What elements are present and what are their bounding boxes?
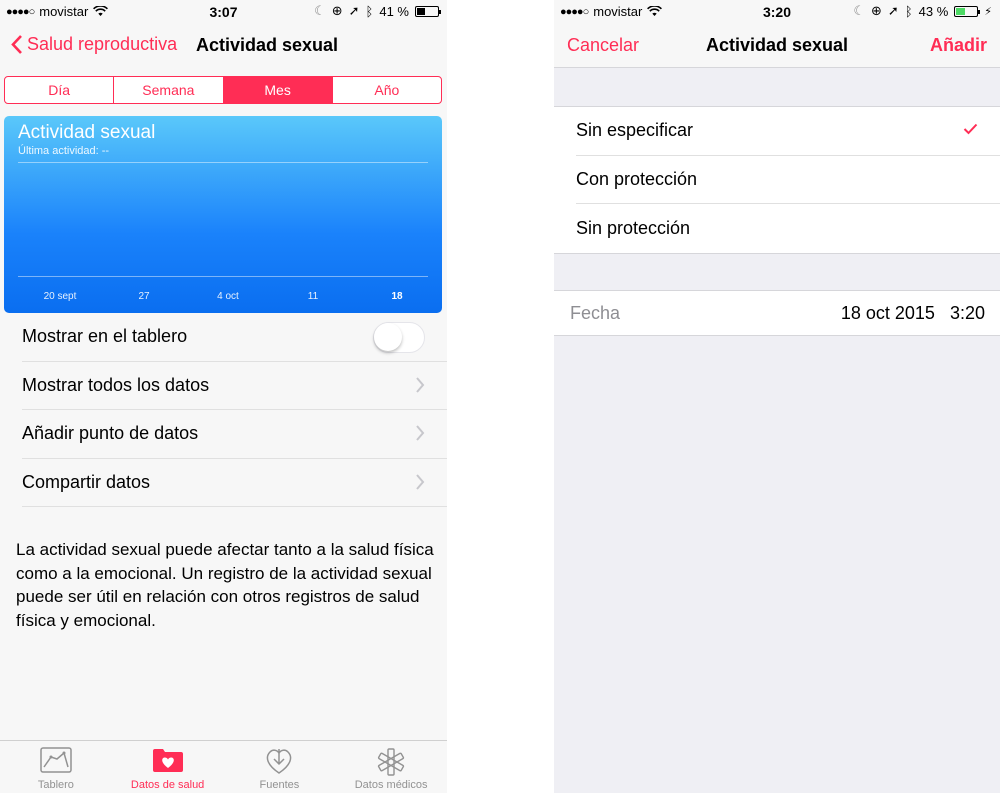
health-folder-icon	[152, 749, 183, 772]
battery-icon	[415, 5, 441, 17]
activity-chart[interactable]: Actividad sexual Última actividad: -- 20…	[4, 116, 442, 313]
segment-day[interactable]: Día	[5, 77, 115, 103]
dashboard-icon	[40, 747, 72, 773]
option-protected[interactable]: Con protección	[576, 156, 1000, 204]
show-all-data-label: Mostrar todos los datos	[22, 374, 210, 395]
moon-icon: ☾	[314, 3, 326, 18]
chart-subtitle: Última actividad: --	[18, 145, 110, 157]
chart-x-label: 20 sept	[43, 291, 77, 302]
tab-dashboard[interactable]: Tablero	[0, 741, 112, 793]
show-in-dashboard-row: Mostrar en el tablero	[22, 313, 447, 362]
sources-heart-icon	[267, 749, 292, 774]
charging-icon: ⚡	[984, 5, 992, 18]
add-data-point-label: Añadir punto de datos	[22, 423, 199, 444]
tab-label: Datos de salud	[130, 779, 205, 791]
toggle-knob	[374, 323, 402, 351]
date-value: 18 oct 2015 3:20	[841, 303, 985, 324]
location-icon: ➚	[348, 3, 360, 18]
rotation-lock-icon: ⊕	[871, 3, 882, 18]
date-label: Fecha	[570, 303, 621, 323]
battery-percent: 43 %	[918, 3, 949, 19]
chart-gridline-top	[18, 162, 428, 163]
show-in-dashboard-label: Mostrar en el tablero	[22, 326, 188, 347]
option-label: Sin especificar	[576, 120, 694, 141]
battery-percent: 41 %	[379, 3, 409, 19]
chevron-right-icon	[416, 376, 425, 393]
status-bar: ●●●●○ movistar 3:20 ☾ ⊕ ➚ ᛒ 43 % ⚡	[554, 0, 1000, 22]
add-entry-screen: ●●●●○ movistar 3:20 ☾ ⊕ ➚ ᛒ 43 % ⚡ Cance…	[554, 0, 1000, 793]
tab-health-data[interactable]: Datos de salud	[112, 741, 224, 793]
chart-x-label: 11	[307, 291, 319, 302]
date-text: 18 oct 2015	[840, 303, 935, 323]
share-data-row[interactable]: Compartir datos	[22, 459, 447, 507]
chart-title: Actividad sexual	[18, 122, 156, 143]
option-label: Con protección	[576, 168, 698, 189]
location-icon: ➚	[887, 3, 899, 18]
chart-x-label: 4 oct	[217, 291, 239, 302]
date-group: Fecha 18 oct 2015 3:20	[554, 290, 1000, 336]
bluetooth-icon: ᛒ	[365, 3, 374, 19]
navigation-bar: Salud reproductiva Actividad sexual	[0, 22, 447, 68]
share-data-label: Compartir datos	[22, 471, 151, 492]
chevron-left-icon	[11, 35, 22, 54]
tab-label: Fuentes	[259, 779, 300, 791]
tab-label: Tablero	[37, 779, 74, 791]
chevron-right-icon	[416, 473, 425, 490]
status-bar: ●●●●○ movistar 3:07 ☾ ⊕ ➚ ᛒ 41 %	[0, 0, 447, 22]
navigation-bar: Cancelar Actividad sexual Añadir	[554, 22, 1000, 68]
date-row[interactable]: Fecha 18 oct 2015 3:20	[554, 291, 1000, 335]
chevron-right-icon	[416, 425, 425, 441]
segment-year[interactable]: Año	[333, 77, 441, 103]
add-data-point-row[interactable]: Añadir punto de datos	[22, 410, 447, 459]
option-label: Sin protección	[576, 217, 691, 238]
bluetooth-icon: ᛒ	[904, 3, 913, 19]
period-segmented-control: Día Semana Mes Año	[4, 76, 442, 104]
checkmark-icon	[963, 123, 978, 135]
protection-options: Sin especificar Con protección Sin prote…	[554, 106, 1000, 254]
show-all-data-row[interactable]: Mostrar todos los datos	[22, 362, 447, 410]
back-button[interactable]: Salud reproductiva	[10, 34, 177, 55]
tab-label: Datos médicos	[354, 779, 428, 791]
option-unprotected[interactable]: Sin protección	[576, 204, 1000, 253]
chart-gridline-bottom	[18, 276, 428, 277]
time-text: 3:20	[949, 303, 985, 323]
rotation-lock-icon: ⊕	[331, 3, 343, 18]
add-button[interactable]: Añadir	[930, 35, 987, 56]
chart-x-label: 27	[138, 291, 150, 302]
segment-month[interactable]: Mes	[223, 77, 333, 103]
segment-week[interactable]: Semana	[114, 77, 224, 103]
battery-icon	[954, 5, 981, 17]
chart-x-label-current: 18	[391, 291, 403, 302]
medical-star-icon	[378, 748, 405, 776]
tab-bar: Tablero Datos de salud Fuentes Datos méd…	[0, 740, 447, 793]
page-title: Actividad sexual	[196, 35, 339, 55]
tab-sources[interactable]: Fuentes	[224, 741, 336, 793]
options-list: Mostrar en el tablero Mostrar todos los …	[0, 313, 447, 507]
health-detail-screen: ●●●●○ movistar 3:07 ☾ ⊕ ➚ ᛒ 41 % Salud r…	[0, 0, 447, 793]
tab-medical-id[interactable]: Datos médicos	[335, 741, 447, 793]
back-label: Salud reproductiva	[27, 34, 178, 54]
description-text: La actividad sexual puede afectar tanto …	[16, 540, 434, 630]
moon-icon: ☾	[853, 3, 865, 18]
show-in-dashboard-toggle[interactable]	[373, 322, 425, 353]
option-unspecified[interactable]: Sin especificar	[576, 107, 1000, 156]
